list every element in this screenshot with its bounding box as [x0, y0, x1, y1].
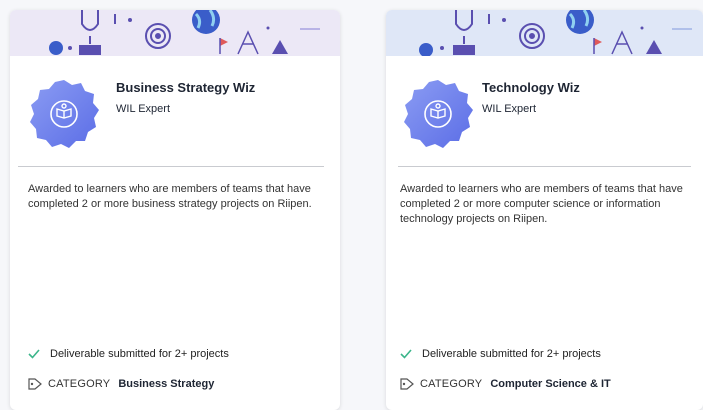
requirement-item: Deliverable submitted for 2+ projects	[28, 348, 229, 360]
badge-icon	[404, 80, 473, 148]
tag-icon	[28, 378, 42, 390]
badge-title: Business Strategy Wiz	[116, 80, 256, 95]
banner-illustration	[49, 10, 320, 55]
category-value: Computer Science & IT	[490, 378, 611, 390]
category-row: CATEGORY Computer Science & IT	[400, 378, 611, 390]
badge-title: Technology Wiz	[482, 80, 580, 95]
card-banner	[386, 10, 703, 56]
banner-illustration	[419, 10, 692, 56]
divider	[398, 166, 691, 167]
mountain-icon	[646, 40, 662, 54]
requirement-text: Deliverable submitted for 2+ projects	[50, 348, 229, 360]
badge-icon	[30, 80, 99, 148]
target-icon	[145, 23, 171, 49]
question-icon	[49, 41, 63, 55]
badge-card-technology[interactable]: Technology Wiz WIL Expert Awarded to lea…	[386, 10, 703, 410]
target-icon	[519, 23, 545, 49]
badge-card-business-strategy[interactable]: Business Strategy Wiz WIL Expert Awarded…	[10, 10, 340, 410]
card-banner	[10, 10, 340, 56]
trophy-icon	[453, 10, 475, 55]
category-label: CATEGORY	[420, 378, 483, 390]
requirement-text: Deliverable submitted for 2+ projects	[422, 348, 601, 360]
category-value: Business Strategy	[118, 378, 215, 390]
check-icon	[400, 349, 412, 359]
globe-icon	[192, 10, 220, 34]
pyramid-icon	[237, 30, 259, 55]
pyramid-icon	[611, 30, 633, 55]
question-icon	[419, 43, 433, 56]
badge-description: Awarded to learners who are members of t…	[28, 183, 312, 210]
flag-icon	[593, 38, 602, 54]
flag-icon	[219, 38, 228, 54]
badge-subtitle: WIL Expert	[482, 103, 536, 115]
mountain-icon	[272, 40, 288, 54]
tag-icon	[400, 378, 414, 390]
trophy-icon	[79, 10, 101, 55]
divider	[18, 166, 324, 167]
category-label: CATEGORY	[48, 378, 111, 390]
check-icon	[28, 349, 40, 359]
badge-description: Awarded to learners who are members of t…	[400, 183, 683, 225]
category-row: CATEGORY Business Strategy	[28, 378, 214, 390]
globe-icon	[566, 10, 594, 34]
badge-subtitle: WIL Expert	[116, 103, 170, 115]
requirement-item: Deliverable submitted for 2+ projects	[400, 348, 601, 360]
